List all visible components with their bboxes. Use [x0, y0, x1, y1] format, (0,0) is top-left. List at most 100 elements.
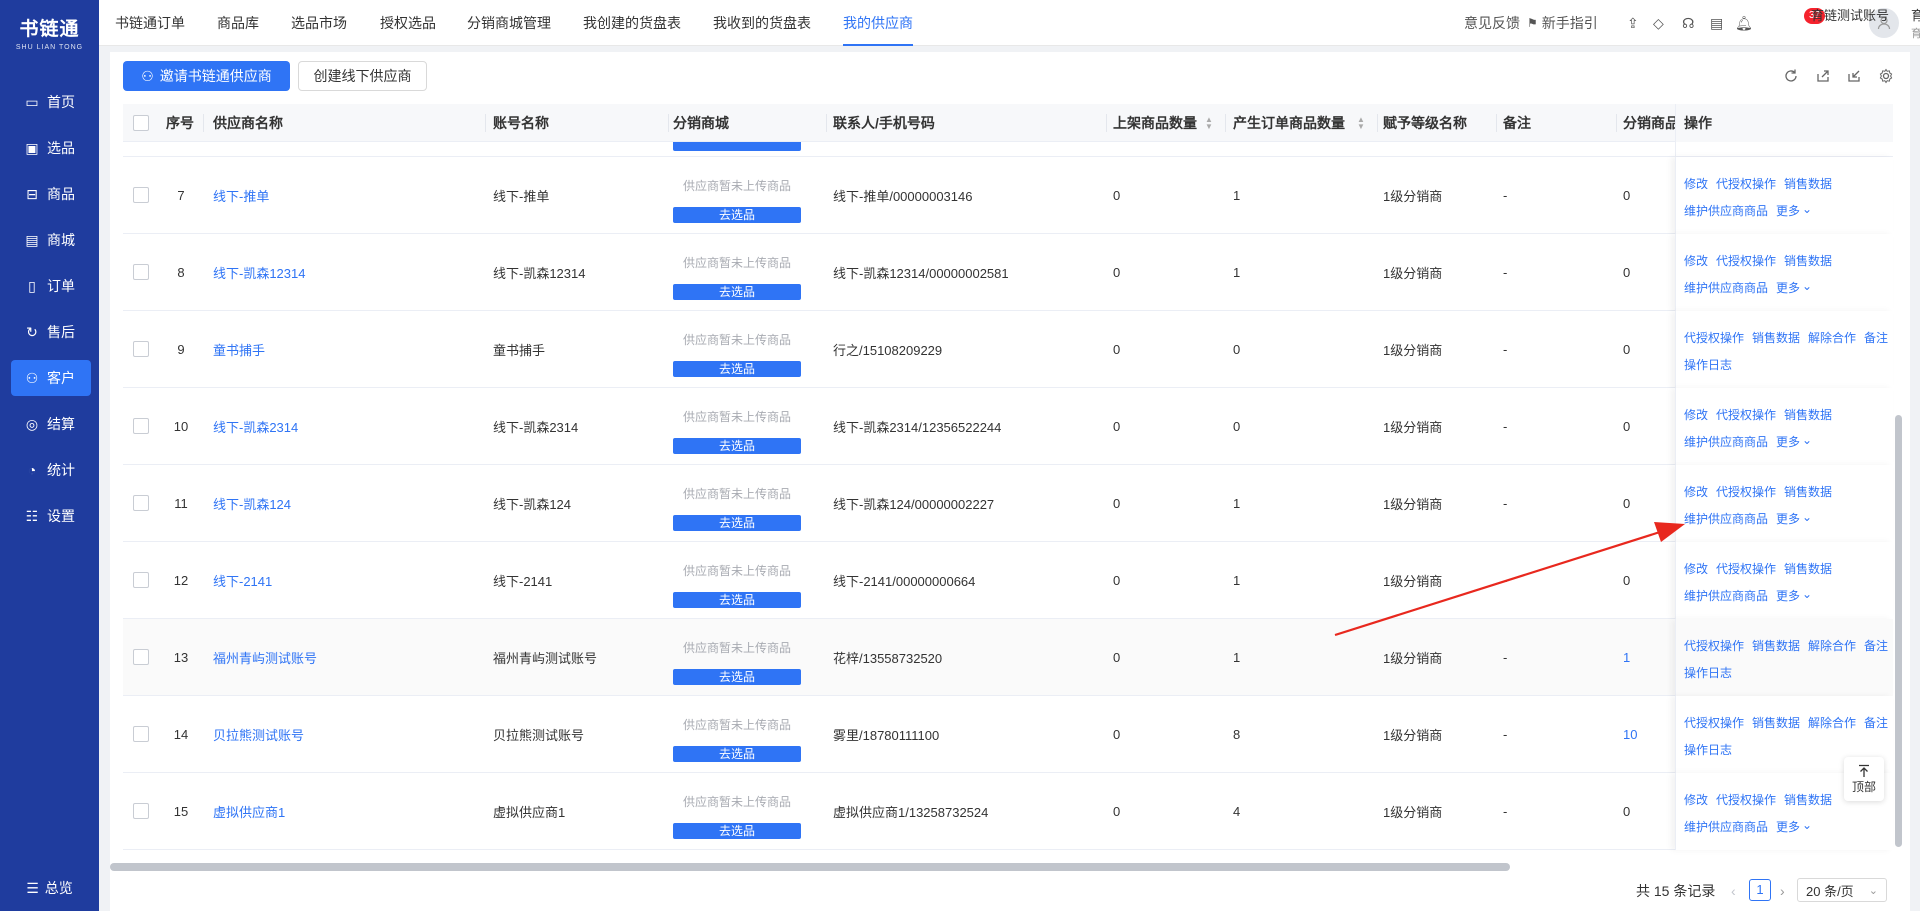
op-link[interactable]: 修改: [1684, 175, 1708, 192]
op-link[interactable]: 维护供应商商品: [1684, 510, 1768, 527]
op-link[interactable]: 销售数据: [1784, 175, 1832, 192]
op-link[interactable]: 操作日志: [1684, 664, 1732, 681]
op-link[interactable]: 维护供应商商品: [1684, 433, 1768, 450]
supplier-name-link[interactable]: 线下-凯森12314: [213, 234, 305, 311]
op-link[interactable]: 销售数据: [1784, 560, 1832, 577]
sidebar-item-2[interactable]: ⊟ 商品: [11, 176, 91, 212]
op-link[interactable]: 修改: [1684, 791, 1708, 808]
sidebar-item-4[interactable]: ▯ 订单: [11, 268, 91, 304]
tab-mall-management[interactable]: 分销商城管理: [467, 0, 551, 46]
page-number-current[interactable]: 1: [1749, 879, 1771, 901]
op-link[interactable]: 代授权操作: [1716, 483, 1776, 500]
user-name-display[interactable]: 育链测试账号: [1911, 5, 1920, 24]
op-link[interactable]: 维护供应商商品: [1684, 279, 1768, 296]
row-checkbox[interactable]: [133, 495, 149, 511]
prev-page-icon[interactable]: ‹: [1731, 878, 1736, 904]
sort-icon[interactable]: ▲ ▼: [1205, 116, 1213, 131]
op-link[interactable]: 解除合作: [1808, 329, 1856, 346]
op-link[interactable]: 更多: [1776, 818, 1800, 835]
import-icon[interactable]: [1846, 68, 1862, 84]
sidebar-item-7[interactable]: ◎ 结算: [11, 406, 91, 442]
supplier-name-link[interactable]: 线下-凯森124: [213, 465, 291, 542]
op-link[interactable]: 备注: [1864, 329, 1888, 346]
sidebar-item-9[interactable]: ☷ 设置: [11, 498, 91, 534]
sidebar-item-6[interactable]: ⚇ 客户: [11, 360, 91, 396]
sidebar-item-0[interactable]: ▭ 首页: [11, 84, 91, 120]
tab-selection-market[interactable]: 选品市场: [291, 0, 347, 46]
export-icon[interactable]: [1815, 68, 1831, 84]
diamond-icon[interactable]: ◇: [1653, 0, 1664, 46]
op-link[interactable]: 代授权操作: [1716, 406, 1776, 423]
op-link[interactable]: 更多: [1776, 433, 1800, 450]
chevron-down-icon[interactable]: ⌄: [1802, 510, 1812, 527]
page-size-select[interactable]: 20 条/页 ⌄: [1797, 878, 1887, 902]
op-link[interactable]: 备注: [1864, 714, 1888, 731]
row-checkbox[interactable]: [133, 649, 149, 665]
chevron-down-icon[interactable]: ⌄: [1802, 279, 1812, 296]
op-link[interactable]: 修改: [1684, 483, 1708, 500]
go-select-button[interactable]: 去选品: [673, 669, 801, 685]
supplier-name-link[interactable]: 线下-2141: [213, 542, 272, 619]
op-link[interactable]: 代授权操作: [1716, 175, 1776, 192]
row-checkbox[interactable]: [133, 187, 149, 203]
op-link[interactable]: 代授权操作: [1716, 252, 1776, 269]
row-checkbox[interactable]: [133, 341, 149, 357]
sidebar-item-5[interactable]: ↻ 售后: [11, 314, 91, 350]
sidebar-item-8[interactable]: ◔ 统计: [11, 452, 91, 488]
op-link[interactable]: 销售数据: [1752, 714, 1800, 731]
header-ordered-count[interactable]: 产生订单商品数量: [1233, 104, 1345, 142]
sidebar-item-3[interactable]: ▤ 商城: [11, 222, 91, 258]
row-checkbox[interactable]: [133, 803, 149, 819]
refresh-icon[interactable]: [1783, 68, 1799, 84]
op-link[interactable]: 备注: [1864, 637, 1888, 654]
op-link[interactable]: 操作日志: [1684, 356, 1732, 373]
tab-product-library[interactable]: 商品库: [217, 0, 259, 46]
chevron-down-icon[interactable]: ⌄: [1802, 818, 1812, 835]
sort-icon[interactable]: ▲ ▼: [1357, 116, 1365, 131]
supplier-name-link[interactable]: 福州青屿测试账号: [213, 619, 317, 696]
op-link[interactable]: 维护供应商商品: [1684, 587, 1768, 604]
op-link[interactable]: 代授权操作: [1716, 560, 1776, 577]
op-link[interactable]: 修改: [1684, 560, 1708, 577]
op-link[interactable]: 解除合作: [1808, 714, 1856, 731]
supplier-name-link[interactable]: 线下-推单: [213, 157, 269, 234]
feedback-link[interactable]: 意见反馈: [1464, 0, 1520, 46]
mall-goods-count[interactable]: 10: [1623, 696, 1637, 773]
op-link[interactable]: 修改: [1684, 406, 1708, 423]
row-checkbox[interactable]: [133, 572, 149, 588]
op-link[interactable]: 更多: [1776, 510, 1800, 527]
next-page-icon[interactable]: ›: [1780, 878, 1785, 904]
op-link[interactable]: 维护供应商商品: [1684, 818, 1768, 835]
op-link[interactable]: 更多: [1776, 202, 1800, 219]
go-select-button[interactable]: 去选品: [673, 207, 801, 223]
supplier-name-link[interactable]: 童书捕手: [213, 311, 265, 388]
guide-link[interactable]: ⚑ 新手指引: [1527, 0, 1598, 46]
overview-button[interactable]: ☰ 总览: [0, 873, 99, 903]
chevron-down-icon[interactable]: ⌄: [1802, 587, 1812, 604]
create-offline-supplier-button[interactable]: 创建线下供应商: [298, 61, 427, 91]
op-link[interactable]: 销售数据: [1752, 637, 1800, 654]
vertical-scrollbar[interactable]: [1895, 415, 1902, 847]
go-select-button[interactable]: 去选品: [673, 361, 801, 377]
go-select-button-partial[interactable]: [673, 142, 801, 151]
select-all-checkbox[interactable]: [133, 115, 149, 131]
sidebar-item-1[interactable]: ▣ 选品: [11, 130, 91, 166]
op-link[interactable]: 修改: [1684, 252, 1708, 269]
op-link[interactable]: 更多: [1776, 587, 1800, 604]
op-link[interactable]: 代授权操作: [1684, 714, 1744, 731]
go-select-button[interactable]: 去选品: [673, 438, 801, 454]
chevron-down-icon[interactable]: ⌄: [1802, 433, 1812, 450]
go-select-button[interactable]: 去选品: [673, 823, 801, 839]
op-link[interactable]: 销售数据: [1784, 483, 1832, 500]
settings-icon[interactable]: [1878, 68, 1894, 84]
op-link[interactable]: 销售数据: [1784, 252, 1832, 269]
go-select-button[interactable]: 去选品: [673, 746, 801, 762]
op-link[interactable]: 更多: [1776, 279, 1800, 296]
go-select-button[interactable]: 去选品: [673, 592, 801, 608]
op-link[interactable]: 解除合作: [1808, 637, 1856, 654]
upload-icon[interactable]: ⇪: [1627, 0, 1639, 46]
op-link[interactable]: 操作日志: [1684, 741, 1732, 758]
horizontal-scrollbar[interactable]: [110, 863, 1510, 871]
tab-authorized-selection[interactable]: 授权选品: [380, 0, 436, 46]
go-select-button[interactable]: 去选品: [673, 284, 801, 300]
